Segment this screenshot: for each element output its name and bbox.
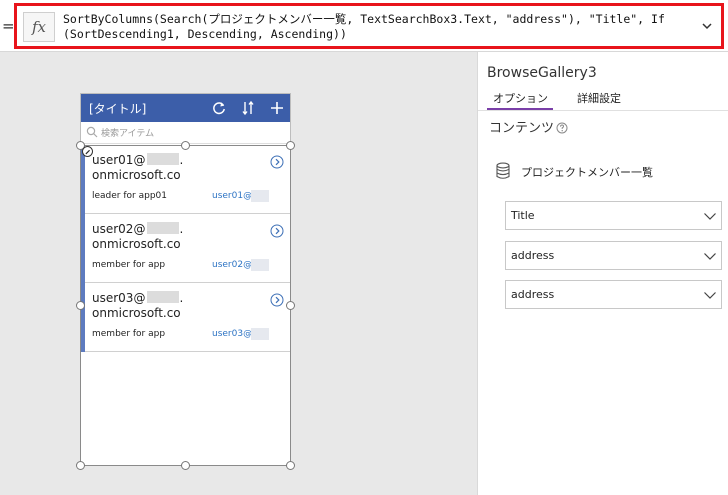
chevron-down-icon[interactable] xyxy=(700,19,714,33)
search-icon xyxy=(86,126,98,138)
edit-pencil-icon[interactable] xyxy=(82,146,93,157)
formula-bar: = fx SortByColumns(Search(プロジェクトメンバー一覧, … xyxy=(0,0,728,52)
resize-handle[interactable] xyxy=(181,141,190,150)
formula-input-box[interactable]: fx SortByColumns(Search(プロジェクトメンバー一覧, Te… xyxy=(14,3,724,49)
sort-icon[interactable] xyxy=(240,100,256,116)
selection-bar xyxy=(81,214,85,283)
redacted-block xyxy=(147,291,180,303)
equals-sign: = xyxy=(2,17,15,35)
fx-icon[interactable]: fx xyxy=(23,12,55,42)
resize-handle[interactable] xyxy=(76,301,85,310)
resize-handle[interactable] xyxy=(76,461,85,470)
resize-handle[interactable] xyxy=(286,141,295,150)
data-source-label[interactable]: プロジェクトメンバー一覧 xyxy=(521,164,653,180)
chevron-right-icon[interactable] xyxy=(270,293,284,307)
item-subtitle: leader for app01 xyxy=(92,191,167,201)
item-title: user03@. xyxy=(92,291,184,305)
list-item[interactable]: user03@. onmicrosoft.co member for app u… xyxy=(81,283,290,352)
resize-handle[interactable] xyxy=(286,301,295,310)
item-subtitle: member for app xyxy=(92,260,166,270)
item-subtitle: member for app xyxy=(92,329,166,339)
dropdown-value: address xyxy=(511,288,555,301)
item-mail: user02@ xyxy=(212,260,253,270)
header-title: [タイトル] xyxy=(89,102,147,116)
database-icon xyxy=(496,162,510,179)
resize-handle[interactable] xyxy=(286,461,295,470)
formula-text[interactable]: SortByColumns(Search(プロジェクトメンバー一覧, TextS… xyxy=(63,12,697,42)
item-domain: onmicrosoft.co xyxy=(92,168,181,182)
dropdown-value: address xyxy=(511,249,555,262)
redacted-block xyxy=(251,190,269,202)
refresh-icon[interactable] xyxy=(211,100,227,116)
chevron-down-icon xyxy=(704,253,716,260)
chevron-right-icon[interactable] xyxy=(270,155,284,169)
item-mail: user01@ xyxy=(212,191,253,201)
layout-field-dropdown[interactable]: address xyxy=(505,241,722,270)
item-domain: onmicrosoft.co xyxy=(92,237,181,251)
redacted-block xyxy=(251,259,269,271)
layout-field-dropdown[interactable]: address xyxy=(505,280,722,309)
properties-panel: BrowseGallery3 オプション 詳細設定 コンテンツ プロジェクトメン… xyxy=(477,52,728,495)
item-title: user02@. xyxy=(92,222,184,236)
layout-field-dropdown[interactable]: Title xyxy=(505,201,722,230)
tab-options[interactable]: オプション xyxy=(493,90,548,106)
redacted-block xyxy=(251,328,269,340)
list-item[interactable]: user02@. onmicrosoft.co member for app u… xyxy=(81,214,290,283)
resize-handle[interactable] xyxy=(181,461,190,470)
plus-icon[interactable] xyxy=(269,100,285,116)
browse-gallery: user01@. onmicrosoft.co leader for app01… xyxy=(81,145,290,465)
redacted-block xyxy=(147,222,180,234)
chevron-down-icon xyxy=(704,213,716,220)
redacted-block xyxy=(147,153,180,165)
dropdown-value: Title xyxy=(511,209,535,222)
list-item[interactable]: user01@. onmicrosoft.co leader for app01… xyxy=(81,145,290,214)
selection-bar xyxy=(81,283,85,352)
app-header: [タイトル] xyxy=(81,94,290,122)
item-title: user01@. xyxy=(92,153,184,167)
section-title: コンテンツ xyxy=(489,121,555,136)
search-placeholder: 検索アイテム xyxy=(101,129,155,139)
control-name: BrowseGallery3 xyxy=(487,65,597,81)
app-root: = fx SortByColumns(Search(プロジェクトメンバー一覧, … xyxy=(0,0,728,495)
help-icon[interactable] xyxy=(556,122,568,134)
chevron-down-icon xyxy=(704,292,716,299)
tab-advanced[interactable]: 詳細設定 xyxy=(577,90,621,106)
divider xyxy=(478,110,728,111)
item-mail: user03@ xyxy=(212,329,253,339)
item-domain: onmicrosoft.co xyxy=(92,306,181,320)
chevron-right-icon[interactable] xyxy=(270,224,284,238)
